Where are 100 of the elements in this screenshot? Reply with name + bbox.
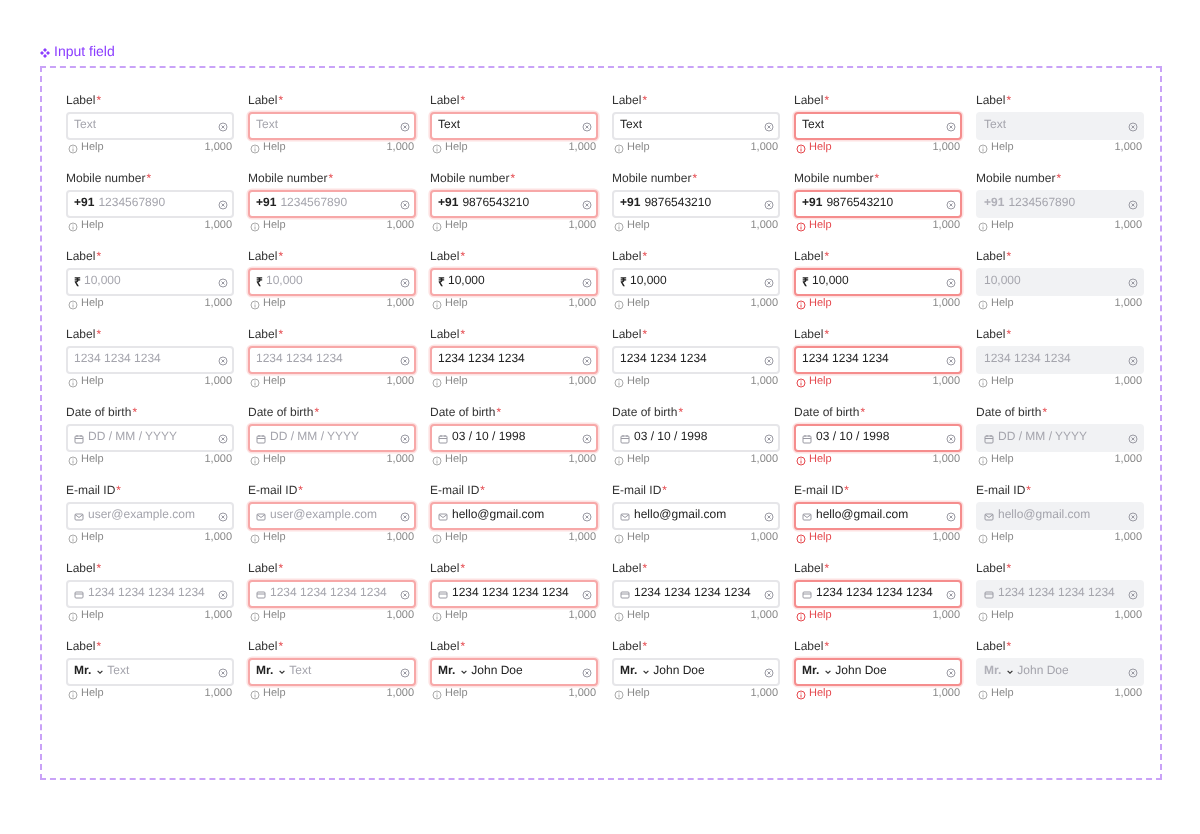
- clear-icon[interactable]: [764, 199, 774, 209]
- card-icon: [620, 589, 630, 599]
- clear-icon[interactable]: [946, 511, 956, 521]
- clear-icon[interactable]: [946, 121, 956, 131]
- info-icon: [796, 143, 806, 153]
- clear-icon[interactable]: [400, 589, 410, 599]
- caret-icon: [1005, 668, 1014, 676]
- info-icon: [978, 143, 988, 153]
- mail-icon: [256, 511, 266, 521]
- clear-icon[interactable]: [1128, 121, 1138, 131]
- clear-icon[interactable]: [218, 121, 228, 131]
- clear-icon[interactable]: [1128, 589, 1138, 599]
- info-icon: [250, 143, 260, 153]
- info-icon: [250, 611, 260, 621]
- clear-icon[interactable]: [764, 121, 774, 131]
- clear-icon[interactable]: [582, 355, 592, 365]
- calendar-icon: [620, 433, 630, 443]
- clear-icon[interactable]: [946, 199, 956, 209]
- info-icon: [68, 611, 78, 621]
- info-icon: [614, 689, 624, 699]
- info-icon: [614, 299, 624, 309]
- clear-icon[interactable]: [764, 433, 774, 443]
- clear-icon[interactable]: [582, 433, 592, 443]
- component-icon: [40, 48, 50, 58]
- info-icon: [978, 455, 988, 465]
- info-icon: [68, 455, 78, 465]
- info-icon: [432, 455, 442, 465]
- info-icon: [68, 689, 78, 699]
- calendar-icon: [438, 433, 448, 443]
- clear-icon[interactable]: [1128, 511, 1138, 521]
- clear-icon[interactable]: [764, 511, 774, 521]
- info-icon: [614, 611, 624, 621]
- clear-icon[interactable]: [764, 589, 774, 599]
- info-icon: [796, 611, 806, 621]
- info-icon: [614, 377, 624, 387]
- clear-icon[interactable]: [218, 511, 228, 521]
- caret-icon: [641, 668, 650, 676]
- info-icon: [614, 533, 624, 543]
- info-icon: [796, 533, 806, 543]
- info-icon: [796, 689, 806, 699]
- info-icon: [614, 455, 624, 465]
- clear-icon[interactable]: [582, 589, 592, 599]
- clear-icon[interactable]: [582, 667, 592, 677]
- info-icon: [978, 689, 988, 699]
- clear-icon[interactable]: [764, 277, 774, 287]
- card-icon: [438, 589, 448, 599]
- info-icon: [68, 299, 78, 309]
- mail-icon: [984, 511, 994, 521]
- clear-icon[interactable]: [1128, 355, 1138, 365]
- calendar-icon: [74, 433, 84, 443]
- info-icon: [250, 455, 260, 465]
- clear-icon[interactable]: [582, 511, 592, 521]
- info-icon: [978, 221, 988, 231]
- clear-icon[interactable]: [582, 121, 592, 131]
- info-icon: [978, 299, 988, 309]
- info-icon: [796, 377, 806, 387]
- clear-icon[interactable]: [946, 589, 956, 599]
- card-icon: [256, 589, 266, 599]
- info-icon: [250, 689, 260, 699]
- clear-icon[interactable]: [400, 667, 410, 677]
- clear-icon[interactable]: [1128, 199, 1138, 209]
- info-icon: [68, 377, 78, 387]
- clear-icon[interactable]: [400, 277, 410, 287]
- info-icon: [432, 299, 442, 309]
- info-icon: [432, 611, 442, 621]
- info-icon: [978, 377, 988, 387]
- clear-icon[interactable]: [582, 277, 592, 287]
- clear-icon[interactable]: [400, 355, 410, 365]
- info-icon: [614, 143, 624, 153]
- clear-icon[interactable]: [400, 433, 410, 443]
- info-icon: [68, 221, 78, 231]
- clear-icon[interactable]: [582, 199, 592, 209]
- calendar-icon: [984, 433, 994, 443]
- clear-icon[interactable]: [400, 121, 410, 131]
- mail-icon: [438, 511, 448, 521]
- clear-icon[interactable]: [764, 667, 774, 677]
- clear-icon[interactable]: [946, 277, 956, 287]
- clear-icon[interactable]: [1128, 433, 1138, 443]
- clear-icon[interactable]: [946, 667, 956, 677]
- clear-icon[interactable]: [400, 511, 410, 521]
- clear-icon[interactable]: [218, 277, 228, 287]
- clear-icon[interactable]: [400, 199, 410, 209]
- mail-icon: [802, 511, 812, 521]
- info-icon: [796, 299, 806, 309]
- clear-icon[interactable]: [1128, 667, 1138, 677]
- card-icon: [984, 589, 994, 599]
- clear-icon[interactable]: [946, 355, 956, 365]
- mail-icon: [74, 511, 84, 521]
- clear-icon[interactable]: [218, 433, 228, 443]
- clear-icon[interactable]: [946, 433, 956, 443]
- clear-icon[interactable]: [218, 199, 228, 209]
- clear-icon[interactable]: [218, 355, 228, 365]
- clear-icon[interactable]: [764, 355, 774, 365]
- clear-icon[interactable]: [218, 589, 228, 599]
- calendar-icon: [802, 433, 812, 443]
- clear-icon[interactable]: [218, 667, 228, 677]
- clear-icon[interactable]: [1128, 277, 1138, 287]
- info-icon: [796, 455, 806, 465]
- caret-icon: [95, 668, 104, 676]
- info-icon: [432, 689, 442, 699]
